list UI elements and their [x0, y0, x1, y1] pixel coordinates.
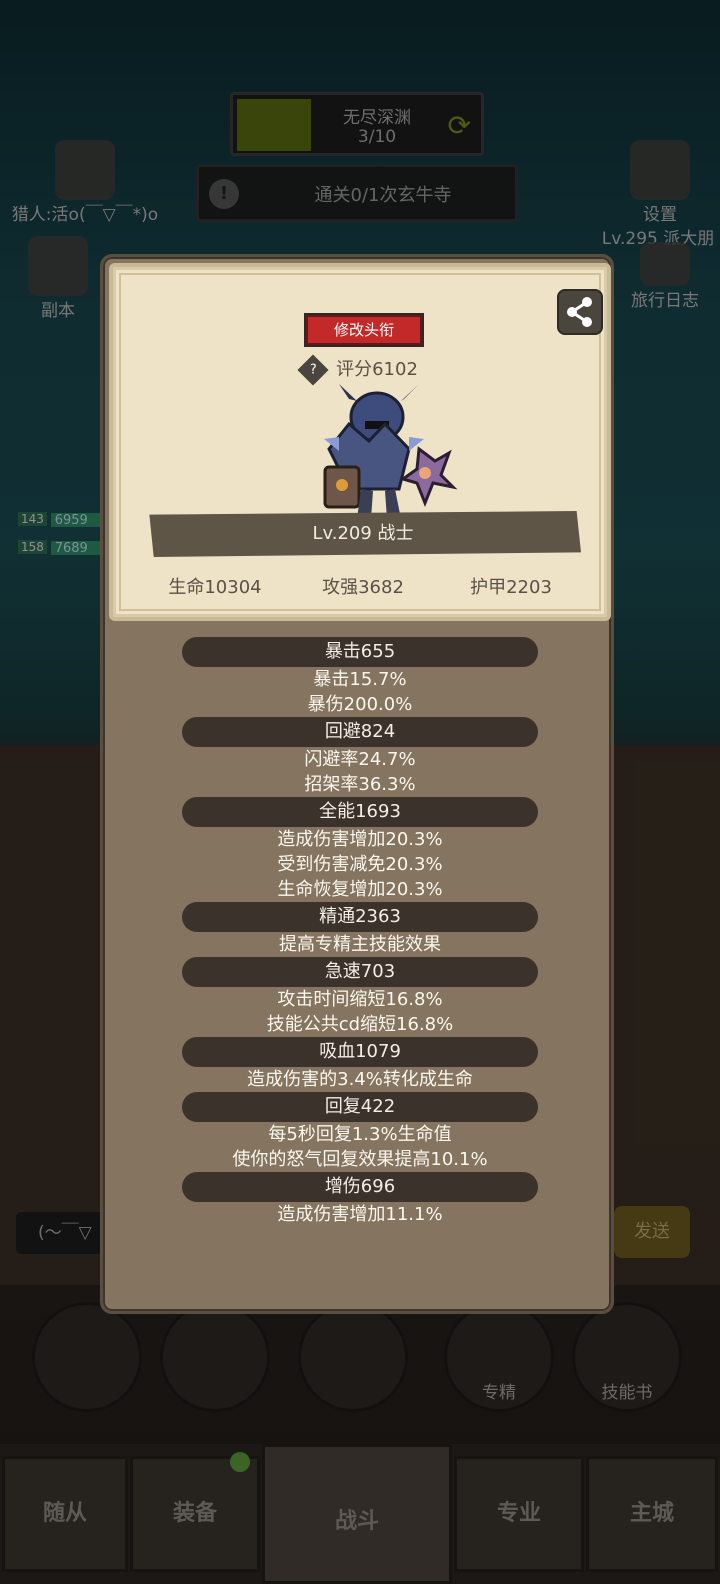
stat-line: 技能公共cd缩短16.8% [266, 1014, 454, 1035]
stat-header-crit: 暴击655 [182, 637, 538, 667]
stat-header-damage-bonus: 增伤696 [182, 1172, 538, 1202]
stats-list[interactable]: 暴击655 暴击15.7% 暴伤200.0% 回避824 闪避率24.7% 招架… [103, 637, 617, 1227]
stat-line: 暴击15.7% [313, 669, 407, 690]
stat-line: 使你的怒气回复效果提高10.1% [232, 1149, 488, 1170]
stat-line: 造成伤害增加11.1% [277, 1204, 443, 1225]
stat-line: 闪避率24.7% [304, 749, 416, 770]
hp-stat: 生命10304 [168, 577, 262, 598]
warrior-avatar [323, 384, 458, 519]
stat-line: 招架率36.3% [304, 774, 416, 795]
stat-header-versatility: 全能1693 [182, 797, 538, 827]
share-icon [567, 297, 592, 327]
stat-line: 暴伤200.0% [307, 694, 413, 715]
stat-line: 每5秒回复1.3%生命值 [268, 1124, 452, 1145]
share-button[interactable] [557, 289, 603, 335]
stat-header-regen: 回复422 [182, 1092, 538, 1122]
character-name: Lv.209 战士 [149, 511, 581, 557]
rating-text: 评分6102 [336, 359, 418, 380]
stat-line: 造成伤害的3.4%转化成生命 [247, 1069, 473, 1090]
character-card: 修改头衔 ? 评分6102 Lv.209 战士 生命10304 攻强3682 护甲… [109, 263, 611, 621]
stat-header-lifesteal: 吸血1079 [182, 1037, 538, 1067]
armor-stat: 护甲2203 [470, 577, 552, 598]
character-stats-modal: 修改头衔 ? 评分6102 Lv.209 战士 生命10304 攻强3682 护甲… [100, 254, 614, 1314]
stat-line: 攻击时间缩短16.8% [277, 989, 443, 1010]
edit-title-button[interactable]: 修改头衔 [304, 313, 424, 347]
stat-line: 造成伤害增加20.3% [277, 829, 443, 850]
stat-line: 受到伤害减免20.3% [277, 854, 443, 875]
attack-stat: 攻强3682 [322, 577, 404, 598]
stat-header-dodge: 回避824 [182, 717, 538, 747]
stat-header-mastery: 精通2363 [182, 902, 538, 932]
stat-header-haste: 急速703 [182, 957, 538, 987]
rating: ? 评分6102 [113, 354, 607, 386]
stat-line: 提高专精主技能效果 [279, 934, 441, 955]
stat-line: 生命恢复增加20.3% [277, 879, 443, 900]
